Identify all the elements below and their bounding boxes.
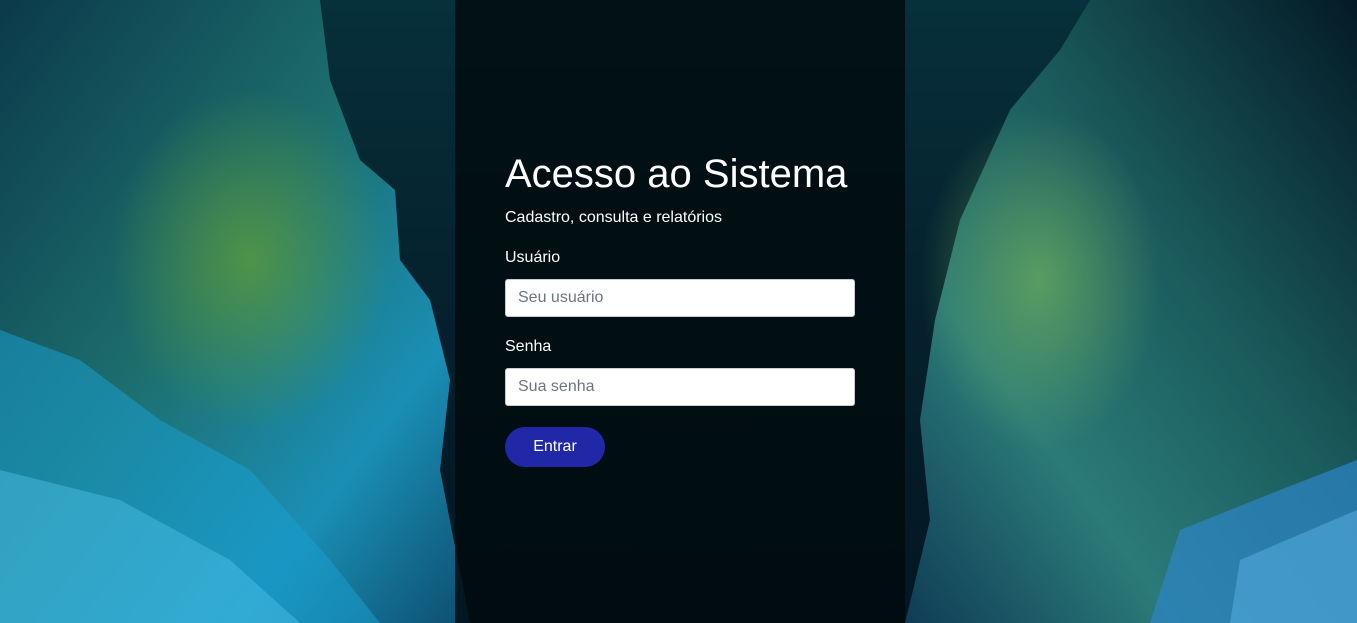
- login-form: Acesso ao Sistema Cadastro, consulta e r…: [505, 150, 855, 467]
- page-subtitle: Cadastro, consulta e relatórios: [505, 209, 722, 226]
- password-input[interactable]: [505, 368, 855, 406]
- username-input[interactable]: [505, 279, 855, 317]
- page-title: Acesso ao Sistema: [505, 152, 848, 196]
- username-label: Usuário: [505, 249, 561, 266]
- password-label: Senha: [505, 338, 552, 355]
- login-submit-button[interactable]: Entrar: [505, 427, 605, 467]
